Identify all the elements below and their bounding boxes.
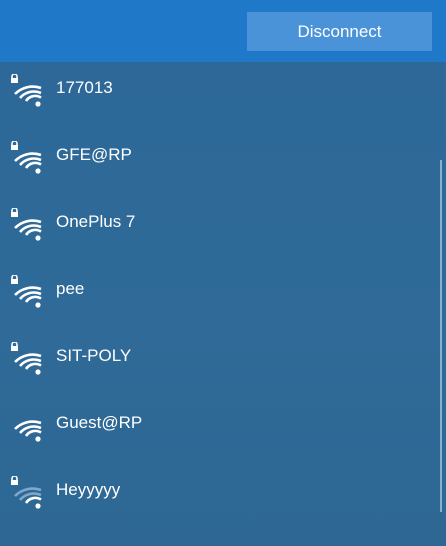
network-row[interactable]: OnePlus 7	[0, 196, 440, 262]
network-row[interactable]: GFE@RP	[0, 129, 440, 195]
network-row[interactable]: pee	[0, 263, 440, 329]
network-row[interactable]: Guest@RP	[0, 397, 440, 463]
network-row[interactable]: SIT-POLY	[0, 330, 440, 396]
wifi-secured-icon	[11, 141, 42, 174]
network-ssid: pee	[56, 279, 85, 298]
network-list[interactable]: 177013 GFE@RP OnePlus 7 pee SIT-POLY Gue…	[0, 62, 440, 546]
wifi-secured-icon	[11, 208, 42, 241]
network-ssid: Heyyyyy	[56, 480, 121, 499]
wifi-secured-icon	[11, 342, 42, 375]
network-ssid: SIT-POLY	[56, 346, 132, 365]
disconnect-button[interactable]: Disconnect	[247, 12, 432, 51]
network-ssid: OnePlus 7	[56, 212, 136, 231]
network-ssid: 177013	[56, 78, 113, 97]
network-row[interactable]: 177013	[0, 62, 440, 128]
network-ssid: Guest@RP	[56, 413, 143, 432]
network-flyout: Disconnect 177013 GFE@RP OnePlus 7 pee S…	[0, 0, 446, 546]
wifi-secured-icon	[11, 476, 42, 509]
wifi-secured-icon	[11, 74, 42, 107]
network-row[interactable]: Heyyyyy	[0, 464, 440, 530]
network-ssid: GFE@RP	[56, 145, 132, 164]
wifi-secured-icon	[11, 275, 42, 308]
scrollbar[interactable]	[440, 160, 442, 512]
wifi-icon	[14, 420, 42, 442]
connected-network-strip: Disconnect	[0, 0, 446, 62]
